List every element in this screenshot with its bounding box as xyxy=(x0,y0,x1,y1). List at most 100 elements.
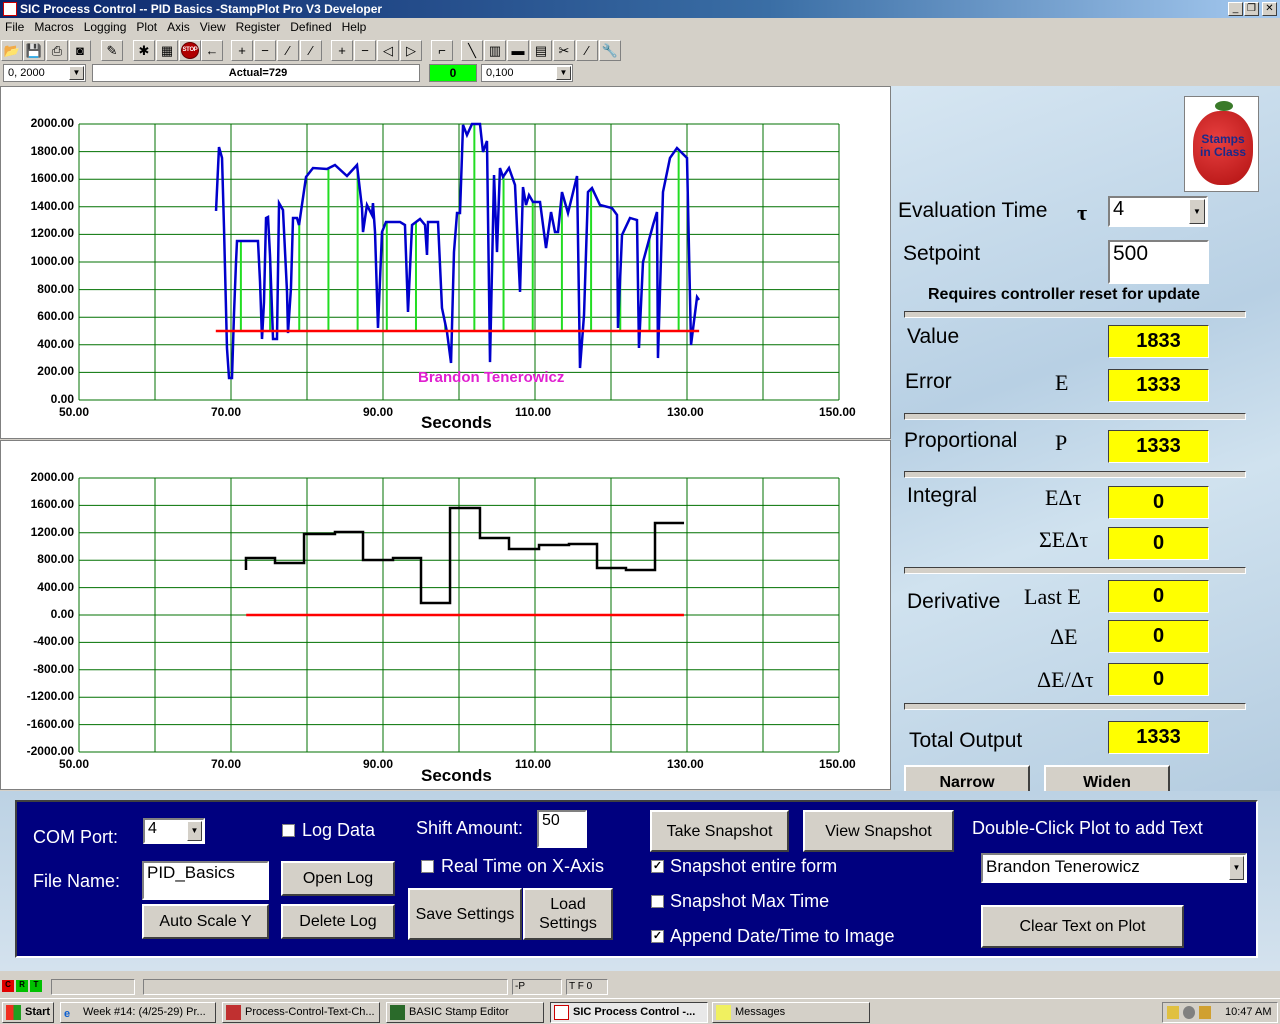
stop-icon[interactable]: STOP xyxy=(179,40,201,61)
chevron-down-icon[interactable]: ▼ xyxy=(69,66,84,80)
zoom-in-y-icon[interactable]: + xyxy=(231,40,253,61)
start-label: Start xyxy=(25,1006,51,1018)
menu-register[interactable]: Register xyxy=(231,18,286,37)
tray-icon[interactable] xyxy=(1167,1006,1179,1019)
debug-icon[interactable]: ✱ xyxy=(133,40,155,61)
volume-icon[interactable] xyxy=(1183,1006,1195,1019)
menu-axis[interactable]: Axis xyxy=(162,18,195,37)
process-value-plot[interactable] xyxy=(0,86,891,439)
open-log-button[interactable]: Open Log xyxy=(281,861,395,896)
y-tick-label: -2000.00 xyxy=(26,744,74,758)
task-pdf[interactable]: Process-Control-Text-Ch... xyxy=(222,1002,380,1023)
task-label: SIC Process Control -... xyxy=(573,1006,696,1018)
y-tick-label: -400.00 xyxy=(33,634,74,649)
task-browser[interactable]: e Week #14: (4/25-29) Pr... xyxy=(60,1002,216,1023)
camera-icon[interactable]: ◙ xyxy=(69,40,91,61)
plot-text-combo[interactable]: Brandon Tenerowicz ▼ xyxy=(981,853,1247,883)
proportional-symbol: P xyxy=(1055,430,1068,455)
stamps-in-class-logo: Stamps in Class xyxy=(1184,96,1259,192)
print-icon[interactable]: ⎙ xyxy=(46,40,68,61)
task-label: BASIC Stamp Editor xyxy=(409,1006,509,1018)
task-messages[interactable]: Messages xyxy=(712,1002,870,1023)
x-axis-label: Seconds xyxy=(421,413,492,432)
restore-button[interactable]: ❐ xyxy=(1244,2,1259,16)
snapshot-max-checkbox[interactable] xyxy=(651,895,664,908)
pen-icon[interactable]: ╲ xyxy=(461,40,483,61)
y-tick-label: 2000.00 xyxy=(30,116,74,130)
x-tick-label: 90.00 xyxy=(363,757,394,771)
menu-file[interactable]: File xyxy=(0,18,29,37)
plot-annotation[interactable]: Brandon Tenerowicz xyxy=(418,369,564,386)
start-button[interactable]: Start xyxy=(2,1002,54,1023)
back-arrow-icon[interactable]: ← xyxy=(201,40,223,61)
tool-icon[interactable]: ✂ xyxy=(553,40,575,61)
zoom-out-x-icon[interactable]: − xyxy=(354,40,376,61)
snapshot-form-checkbox[interactable]: ✓ xyxy=(651,860,664,873)
chevron-down-icon[interactable]: ▼ xyxy=(187,821,202,841)
y-tick-label: -800.00 xyxy=(33,661,74,676)
save-settings-button[interactable]: Save Settings xyxy=(408,888,522,940)
menu-help[interactable]: Help xyxy=(337,18,372,37)
y-tick-label: 1600.00 xyxy=(30,171,74,186)
setpoint-input[interactable]: 500 xyxy=(1108,240,1209,284)
shift-amount-input[interactable]: 50 xyxy=(537,810,587,848)
y-range-value: 0, 2000 xyxy=(8,67,45,79)
divider xyxy=(904,471,1246,478)
eval-time-select[interactable]: 4 ▼ xyxy=(1108,196,1208,227)
output-plot[interactable] xyxy=(0,440,891,790)
log-data-checkbox[interactable] xyxy=(282,824,295,837)
shift-right-icon[interactable]: ▷ xyxy=(400,40,422,61)
menu-logging[interactable]: Logging xyxy=(79,18,132,37)
minimize-button[interactable]: _ xyxy=(1228,2,1243,16)
led-r: R xyxy=(16,980,28,992)
status-text-field: Actual=729 xyxy=(92,64,420,82)
data-icon[interactable]: ▥ xyxy=(484,40,506,61)
save-icon[interactable]: 💾 xyxy=(23,40,45,61)
task-stamp-editor[interactable]: BASIC Stamp Editor xyxy=(386,1002,544,1023)
open-icon[interactable]: 📂 xyxy=(1,40,23,61)
menu-bar: File Macros Logging Plot Axis View Regis… xyxy=(0,18,1280,37)
x-tick-label: 50.00 xyxy=(59,405,90,419)
menu-defined[interactable]: Defined xyxy=(285,18,336,37)
clear-text-button[interactable]: Clear Text on Plot xyxy=(981,905,1184,948)
com-port-select[interactable]: 4 ▼ xyxy=(143,818,205,844)
wrench-icon[interactable]: 🔧 xyxy=(599,40,621,61)
y-tick-label: 1200.00 xyxy=(30,524,74,539)
integral-symbol-1: EΔτ xyxy=(1045,485,1082,510)
x-span-combo[interactable]: 0,100 ▼ xyxy=(481,64,573,82)
note-icon[interactable]: ▬ xyxy=(507,40,529,61)
zoom-in-x-icon[interactable]: + xyxy=(331,40,353,61)
shift-down-icon[interactable]: ⁄ xyxy=(300,40,322,61)
delete-log-button[interactable]: Delete Log xyxy=(281,904,395,939)
chart-icon[interactable]: ∕ xyxy=(576,40,598,61)
task-sic-process-control[interactable]: SIC Process Control -... xyxy=(550,1002,708,1023)
y-tick-label: 2000.00 xyxy=(30,470,74,484)
shift-up-icon[interactable]: ⁄ xyxy=(277,40,299,61)
take-snapshot-button[interactable]: Take Snapshot xyxy=(650,810,789,852)
x-tick-label: 90.00 xyxy=(363,405,394,419)
append-date-label: Append Date/Time to Image xyxy=(670,926,895,946)
auto-scale-y-button[interactable]: Auto Scale Y xyxy=(142,904,269,939)
wand-icon[interactable]: ✎ xyxy=(101,40,123,61)
chevron-down-icon[interactable]: ▼ xyxy=(1189,199,1205,224)
clipboard-icon[interactable]: ▤ xyxy=(530,40,552,61)
menu-plot[interactable]: Plot xyxy=(131,18,162,37)
proportional-display: 1333 xyxy=(1108,430,1209,463)
chevron-down-icon[interactable]: ▼ xyxy=(556,66,571,80)
menu-view[interactable]: View xyxy=(195,18,231,37)
task-label: Week #14: (4/25-29) Pr... xyxy=(83,1006,206,1018)
close-button[interactable]: ✕ xyxy=(1262,2,1277,16)
y-range-combo[interactable]: 0, 2000 ▼ xyxy=(3,64,86,82)
monitor-icon[interactable]: ▦ xyxy=(156,40,178,61)
real-time-checkbox[interactable] xyxy=(421,860,434,873)
append-date-checkbox[interactable]: ✓ xyxy=(651,930,664,943)
network-icon[interactable] xyxy=(1199,1006,1211,1019)
chevron-down-icon[interactable]: ▼ xyxy=(1229,856,1244,880)
plot-icon[interactable]: ⌐ xyxy=(431,40,453,61)
file-name-input[interactable]: PID_Basics xyxy=(142,861,269,900)
shift-left-icon[interactable]: ◁ xyxy=(377,40,399,61)
load-settings-button[interactable]: Load Settings xyxy=(523,888,613,940)
zoom-out-y-icon[interactable]: − xyxy=(254,40,276,61)
view-snapshot-button[interactable]: View Snapshot xyxy=(803,810,954,852)
menu-macros[interactable]: Macros xyxy=(29,18,78,37)
